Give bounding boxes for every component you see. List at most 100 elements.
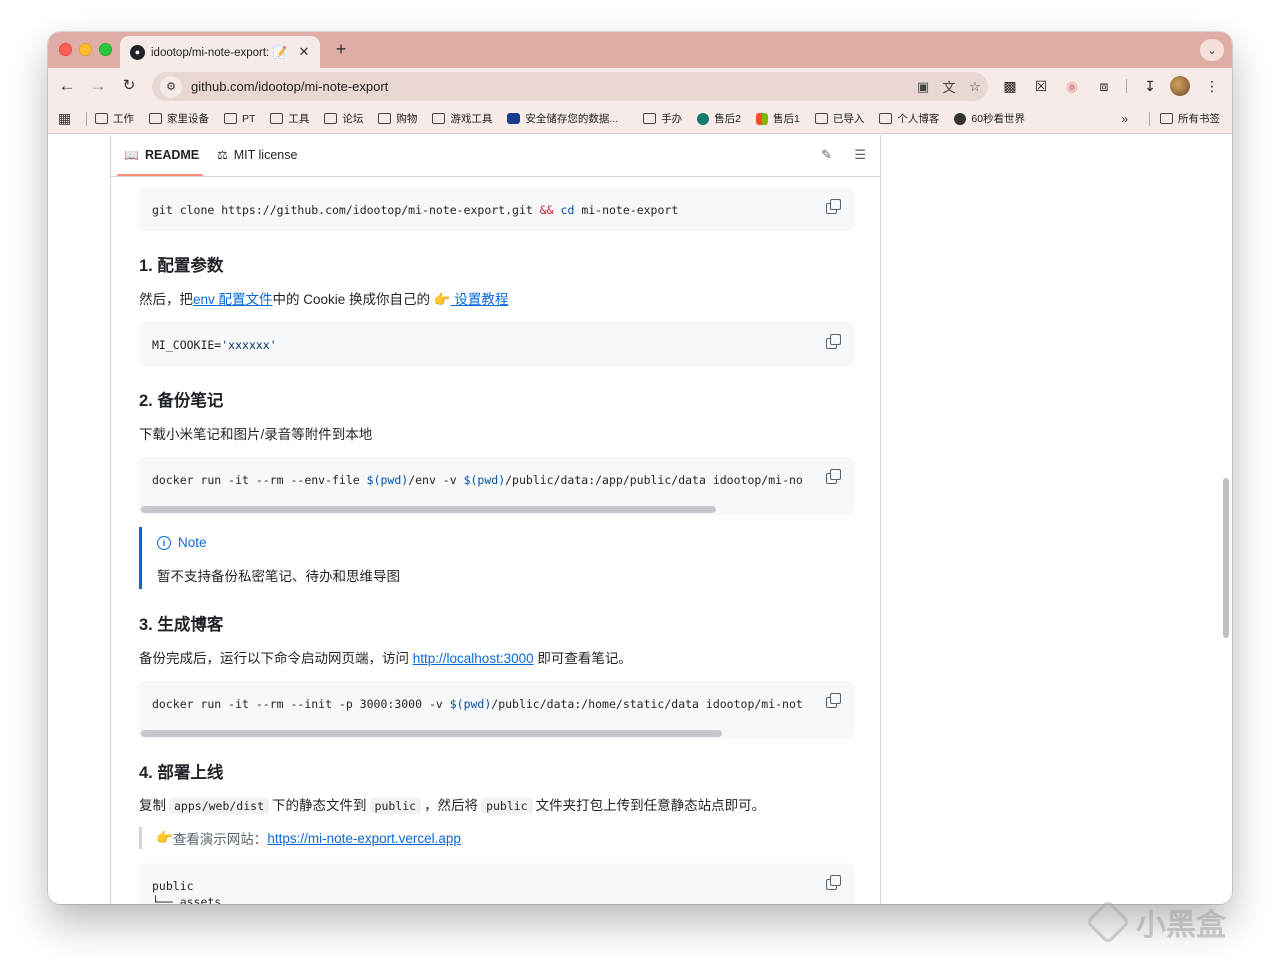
code-block-cookie: MI_COOKIE='xxxxxx': [139, 322, 854, 366]
code-horizontal-scrollbar[interactable]: [141, 730, 817, 737]
close-tab-icon[interactable]: ✕: [296, 44, 312, 60]
heading-deploy: 4. 部署上线: [139, 764, 224, 782]
translate-icon[interactable]: 文: [936, 77, 962, 96]
more-bookmarks-chevron-icon[interactable]: »: [1121, 112, 1128, 126]
address-bar[interactable]: ⚙ github.com/idootop/mi-note-export ▣ 文 …: [152, 72, 988, 101]
note-text: 暂不支持备份私密笔记、待办和思维导图: [157, 569, 400, 584]
code-block-serve: docker run -it --rm --init -p 3000:3000 …: [139, 681, 854, 739]
bookmark-after-sales-2[interactable]: 售后2: [697, 111, 741, 126]
screenshot-extension-icon[interactable]: ☒: [1031, 76, 1051, 96]
pink-extension-icon[interactable]: ◉: [1062, 76, 1082, 96]
bookmark-after-sales-1[interactable]: 售后1: [756, 111, 800, 126]
bitwarden-icon: [507, 113, 521, 124]
bookmark-folder-pt[interactable]: PT: [224, 113, 255, 125]
bookmark-folder-imported[interactable]: 已导入: [814, 111, 864, 126]
folder-icon: [879, 113, 893, 124]
inline-code: public: [369, 798, 422, 814]
browser-window: ● idootop/mi-note-export: 📝 ✕ + ⌄ ← → ↻ …: [48, 32, 1232, 904]
maximize-window-button[interactable]: [99, 43, 112, 56]
tab-github-repo[interactable]: ● idootop/mi-note-export: 📝 ✕: [120, 36, 320, 68]
news-site-icon: [954, 112, 967, 125]
edit-pencil-icon[interactable]: ✎: [821, 147, 832, 163]
folder-icon: [814, 113, 828, 124]
bookmark-star-icon[interactable]: ☆: [962, 79, 988, 95]
heading-backup: 2. 备份笔记: [139, 392, 224, 410]
bookmark-folder-personal-blog[interactable]: 个人博客: [879, 111, 939, 126]
site-settings-icon[interactable]: ⚙: [160, 75, 182, 98]
folder-icon: [324, 113, 338, 124]
outline-list-icon[interactable]: ☰: [854, 147, 866, 163]
note-title: i Note: [157, 535, 207, 550]
folder-icon: [95, 113, 108, 124]
tab-strip: ● idootop/mi-note-export: 📝 ✕ + ⌄: [48, 32, 1232, 68]
folder-icon: [1160, 113, 1173, 124]
code-line: └── assets: [152, 895, 222, 904]
microsoft-icon: [756, 112, 769, 125]
bookmark-folder-home-devices[interactable]: 家里设备: [149, 111, 209, 126]
paragraph-backup: 下载小米笔记和图片/录音等附件到本地: [139, 427, 373, 442]
tab-readme[interactable]: 📖 README: [124, 148, 199, 162]
watermark: 小黑盒: [1085, 899, 1226, 945]
env-config-link[interactable]: env 配置文件: [193, 292, 273, 307]
page-scrollbar-thumb[interactable]: [1223, 478, 1229, 638]
bookmark-folder-tools[interactable]: 工具: [270, 111, 309, 126]
paragraph-deploy: 复制 apps/web/dist 下的静态文件到 public ，然后将 public 文件…: [139, 798, 766, 814]
sharepoint-icon: [697, 112, 710, 125]
code-line: docker run -it --rm --env-file $(pwd)/en…: [152, 473, 803, 487]
code-line: git clone https://github.com/idootop/mi-…: [152, 203, 679, 217]
active-tab-indicator: [117, 174, 203, 176]
heading-blog: 3. 生成博客: [139, 616, 224, 634]
bookmark-folder-shopping[interactable]: 购物: [378, 111, 417, 126]
pointing-hand-icon: 👉: [156, 830, 173, 845]
demo-blockquote: 👉 查看演示网站： https://mi-note-export.vercel.…: [139, 827, 854, 849]
demo-site-link[interactable]: https://mi-note-export.vercel.app: [267, 831, 461, 846]
paragraph-blog: 备份完成后，运行以下命令启动网页端，访问 http://localhost:30…: [139, 651, 632, 666]
code-line: MI_COOKIE='xxxxxx': [152, 338, 277, 352]
browser-toolbar: ← → ↻ ⚙ github.com/idootop/mi-note-expor…: [48, 68, 1232, 104]
reload-icon[interactable]: ↻: [118, 75, 140, 97]
inline-code: apps/web/dist: [169, 798, 270, 814]
code-horizontal-scrollbar[interactable]: [141, 506, 817, 513]
copy-icon[interactable]: [826, 199, 841, 214]
folder-icon: [643, 113, 657, 124]
law-scale-icon: ⚖: [217, 148, 228, 162]
chevron-down-icon[interactable]: ⌄: [1200, 39, 1224, 61]
extension-icon[interactable]: ▩: [1000, 76, 1020, 96]
bookmark-folder-figures[interactable]: 手办: [643, 111, 682, 126]
bookmark-60s-world[interactable]: 60秒看世界: [954, 111, 1025, 126]
copy-icon[interactable]: [826, 875, 841, 890]
bookmark-folder-work[interactable]: 工作: [95, 111, 134, 126]
avatar[interactable]: [1170, 76, 1190, 96]
url-text[interactable]: github.com/idootop/mi-note-export: [191, 79, 910, 94]
readme-tab-bar: 📖 README ⚖ MIT license ✎ ☰: [111, 135, 880, 177]
setup-tutorial-link[interactable]: 设置教程: [451, 292, 508, 307]
heybox-logo-icon: [1085, 899, 1131, 945]
all-bookmarks-button[interactable]: 所有书签: [1149, 111, 1220, 126]
install-app-icon[interactable]: ▣: [910, 79, 936, 95]
apps-grid-icon[interactable]: ▦: [58, 110, 80, 127]
info-icon: i: [157, 535, 171, 550]
code-line: public: [152, 879, 194, 893]
puzzle-icon[interactable]: ⧈: [1094, 76, 1114, 96]
download-icon[interactable]: ↧: [1140, 76, 1160, 96]
bookmark-secure-storage[interactable]: 安全储存您的数据...: [507, 111, 618, 126]
bookmark-folder-forum[interactable]: 论坛: [324, 111, 363, 126]
back-arrow-icon[interactable]: ←: [56, 75, 78, 97]
new-tab-button[interactable]: +: [330, 39, 352, 60]
menu-icon[interactable]: ⋮: [1202, 76, 1222, 96]
minimize-window-button[interactable]: [79, 43, 92, 56]
localhost-link[interactable]: http://localhost:3000: [413, 651, 534, 666]
copy-icon[interactable]: [826, 469, 841, 484]
tab-title: idootop/mi-note-export: 📝: [151, 47, 287, 59]
scrollbar-thumb[interactable]: [141, 730, 723, 737]
copy-icon[interactable]: [826, 693, 841, 708]
page-content: 📖 README ⚖ MIT license ✎ ☰ git clone htt…: [48, 135, 1232, 904]
code-line: docker run -it --rm --init -p 3000:3000 …: [152, 697, 803, 711]
tab-license[interactable]: ⚖ MIT license: [217, 148, 297, 162]
forward-arrow-icon[interactable]: →: [87, 75, 109, 97]
scrollbar-thumb[interactable]: [141, 506, 716, 513]
paragraph-config: 然后，把env 配置文件中的 Cookie 换成你自己的 👉 设置教程: [139, 292, 509, 307]
close-window-button[interactable]: [59, 43, 72, 56]
bookmark-folder-game-tools[interactable]: 游戏工具: [432, 111, 492, 126]
copy-icon[interactable]: [826, 334, 841, 349]
